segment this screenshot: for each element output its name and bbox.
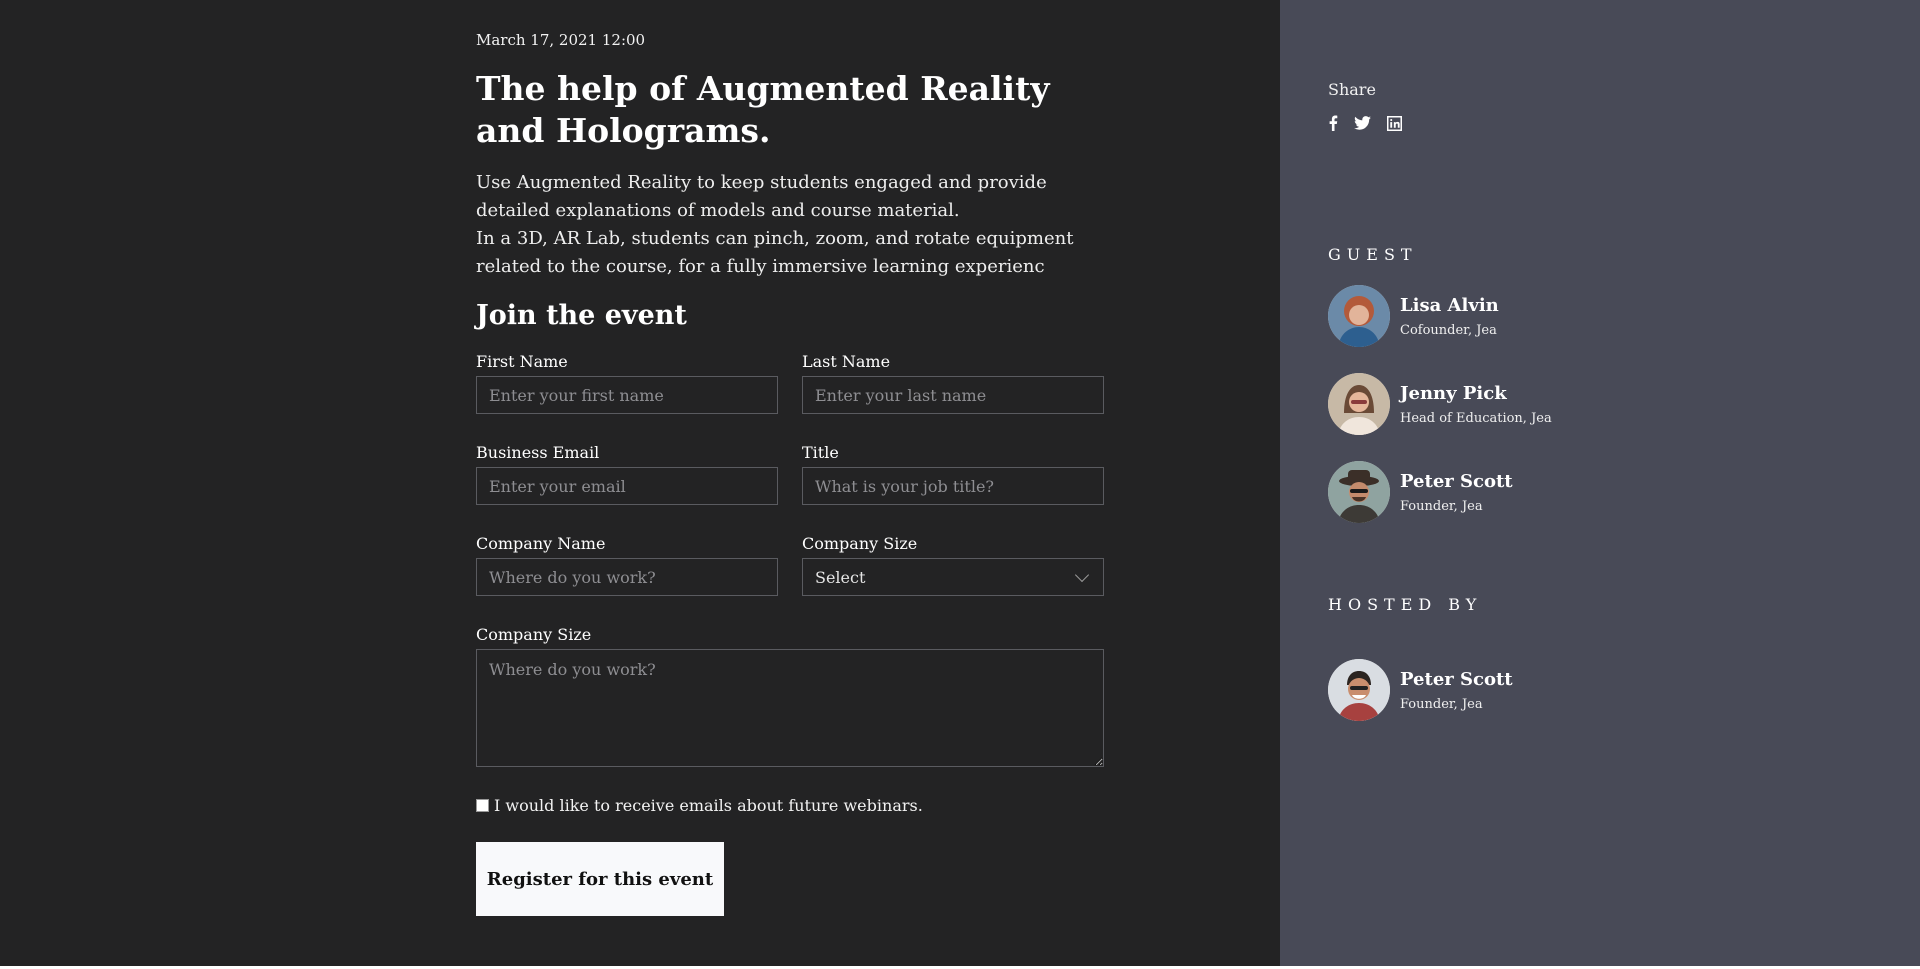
last-name-label: Last Name (802, 352, 891, 371)
linkedin-icon[interactable] (1387, 115, 1402, 131)
company-size-text-label: Company Size (476, 625, 592, 644)
first-name-label: First Name (476, 352, 568, 371)
host-list: Peter Scott Founder, Jea (1328, 658, 1513, 746)
event-date: March 17, 2021 12:00 (476, 31, 646, 49)
registration-form: First Name Last Name Business Email Titl… (476, 352, 1104, 916)
company-size-textarea[interactable] (476, 649, 1104, 767)
share-section: Share (1328, 80, 1402, 131)
register-button[interactable]: Register for this event (476, 842, 724, 916)
host-name: Peter Scott (1400, 668, 1513, 690)
newsletter-checkbox[interactable] (476, 799, 489, 812)
avatar (1328, 461, 1390, 523)
company-name-label: Company Name (476, 534, 606, 553)
company-size-label: Company Size (802, 534, 918, 553)
newsletter-checkbox-label[interactable]: I would like to receive emails about fut… (494, 796, 923, 815)
last-name-input[interactable] (802, 376, 1104, 414)
email-label: Business Email (476, 443, 600, 462)
guest-item: Jenny Pick Head of Education, Jea (1328, 372, 1552, 436)
guest-role: Founder, Jea (1400, 498, 1483, 514)
facebook-icon[interactable] (1328, 115, 1338, 131)
guest-section-title: GUEST (1328, 245, 1418, 264)
event-content: March 17, 2021 12:00 The help of Augment… (476, 30, 1104, 916)
avatar (1328, 659, 1390, 721)
share-label: Share (1328, 80, 1376, 99)
guest-name: Lisa Alvin (1400, 294, 1499, 316)
company-name-input[interactable] (476, 558, 778, 596)
chevron-down-icon (1074, 567, 1090, 582)
share-icons (1328, 115, 1402, 131)
job-title-label: Title (802, 443, 839, 462)
guest-name: Peter Scott (1400, 470, 1513, 492)
email-input[interactable] (476, 467, 778, 505)
event-title: The help of Augmented Reality and Hologr… (476, 69, 1050, 150)
guest-role: Cofounder, Jea (1400, 322, 1497, 338)
job-title-input[interactable] (802, 467, 1104, 505)
host-item: Peter Scott Founder, Jea (1328, 658, 1513, 722)
guest-item: Lisa Alvin Cofounder, Jea (1328, 284, 1552, 348)
guest-item: Peter Scott Founder, Jea (1328, 460, 1552, 524)
join-heading: Join the event (476, 300, 687, 331)
first-name-input[interactable] (476, 376, 778, 414)
guest-name: Jenny Pick (1400, 382, 1507, 404)
company-size-select[interactable]: Select (802, 558, 1104, 596)
company-size-select-value: Select (815, 567, 866, 587)
twitter-icon[interactable] (1354, 116, 1371, 130)
event-description: Use Augmented Reality to keep students e… (476, 172, 1074, 277)
avatar (1328, 285, 1390, 347)
host-role: Founder, Jea (1400, 696, 1483, 712)
guest-role: Head of Education, Jea (1400, 410, 1552, 426)
hosted-by-section-title: HOSTED BY (1328, 595, 1483, 614)
avatar (1328, 373, 1390, 435)
guest-list: Lisa Alvin Cofounder, Jea Jenny Pick Hea… (1328, 284, 1552, 548)
